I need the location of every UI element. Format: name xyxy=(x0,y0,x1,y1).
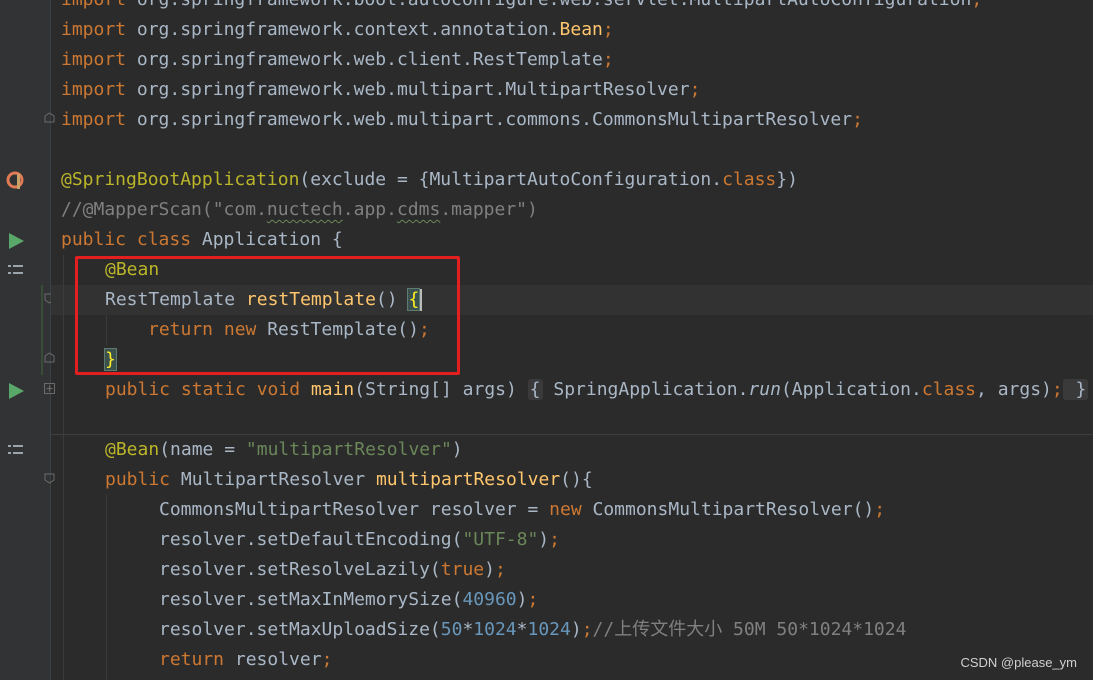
code-line: @Bean(name = "multipartResolver") xyxy=(105,439,463,460)
comment-line: //@MapperScan("com.nuctech.app.cdms.mapp… xyxy=(61,199,538,220)
code-line: import org.springframework.web.multipart… xyxy=(61,109,863,130)
code-line: import org.springframework.web.multipart… xyxy=(61,79,701,100)
code-line: return resolver; xyxy=(159,649,333,670)
code-line: CommonsMultipartResolver resolver = new … xyxy=(159,499,886,520)
code-line: resolver.setDefaultEncoding("UTF-8"); xyxy=(159,529,560,550)
code-line: public static void main(String[] args) {… xyxy=(105,379,1089,400)
code-line: import org.springframework.web.client.Re… xyxy=(61,49,614,70)
code-line: public MultipartResolver multipartResolv… xyxy=(105,469,593,490)
code-line: resolver.setMaxUploadSize(50*1024*1024);… xyxy=(159,619,907,640)
code-line: import org.springframework.boot.autoconf… xyxy=(61,0,982,15)
code-line: @SpringBootApplication(exclude = {Multip… xyxy=(61,169,798,190)
indent-guide xyxy=(106,495,107,680)
code-line: resolver.setMaxInMemorySize(40960); xyxy=(159,589,539,610)
code-line: resolver.setResolveLazily(true); xyxy=(159,559,506,580)
annotation-highlight-box xyxy=(75,256,460,375)
watermark: CSDN @please_ym xyxy=(960,655,1077,670)
code-editor[interactable]: import org.springframework.boot.autoconf… xyxy=(0,0,1093,680)
code-line: public class Application { xyxy=(61,229,343,250)
change-marker xyxy=(41,285,43,375)
code-line: import org.springframework.context.annot… xyxy=(61,19,614,40)
indent-guide xyxy=(63,255,64,680)
